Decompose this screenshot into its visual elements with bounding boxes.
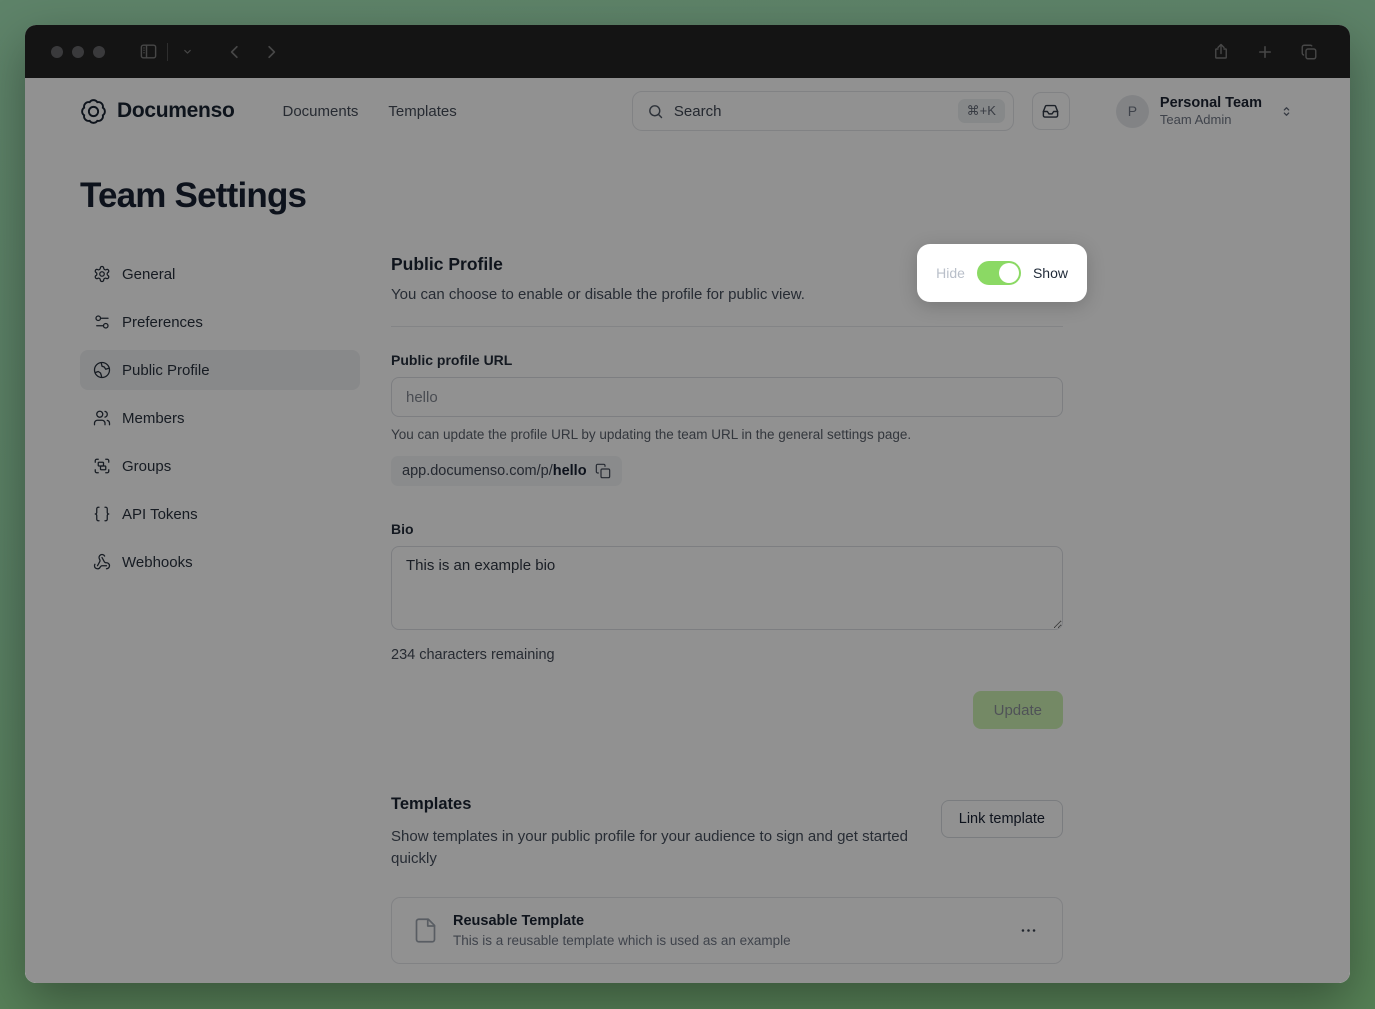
new-tab-icon[interactable] <box>1250 37 1280 67</box>
browser-window: Documenso Documents Templates Search ⌘+K <box>25 25 1350 983</box>
dim-overlay <box>25 78 1350 983</box>
tab-overview-icon[interactable] <box>1294 37 1324 67</box>
chevron-down-icon[interactable] <box>172 37 202 67</box>
close-window-button[interactable] <box>51 46 63 58</box>
minimize-window-button[interactable] <box>72 46 84 58</box>
titlebar <box>25 25 1350 78</box>
titlebar-divider <box>167 43 168 61</box>
zoom-window-button[interactable] <box>93 46 105 58</box>
profile-visibility-toggle[interactable] <box>977 261 1021 285</box>
traffic-lights <box>51 46 105 58</box>
toggle-knob <box>999 263 1019 283</box>
app-content: Documenso Documents Templates Search ⌘+K <box>25 78 1350 983</box>
sidebar-panel-icon[interactable] <box>133 37 163 67</box>
forward-icon[interactable] <box>256 37 286 67</box>
back-icon[interactable] <box>220 37 250 67</box>
profile-visibility-spotlight: Hide Show <box>917 244 1087 302</box>
toggle-hide-label: Hide <box>936 265 965 281</box>
share-icon[interactable] <box>1206 37 1236 67</box>
toggle-show-label: Show <box>1033 265 1068 281</box>
